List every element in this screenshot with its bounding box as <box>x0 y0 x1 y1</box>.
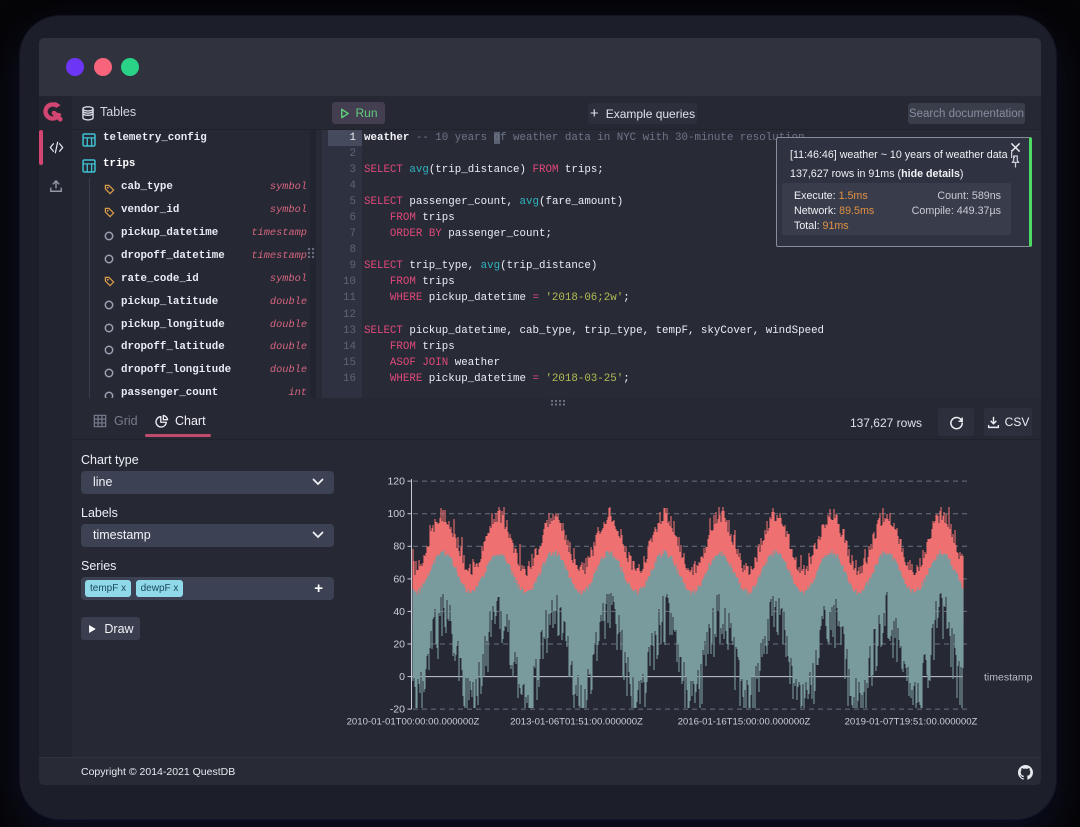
svg-text:20: 20 <box>393 638 405 650</box>
svg-text:2019-01-07T19:51:00.000000Z: 2019-01-07T19:51:00.000000Z <box>845 717 978 728</box>
svg-text:2013-01-06T01:51:00.000000Z: 2013-01-06T01:51:00.000000Z <box>510 717 643 728</box>
svg-text:60: 60 <box>393 573 405 585</box>
svg-text:80: 80 <box>393 541 405 553</box>
svg-text:2016-01-16T15:00:00.000000Z: 2016-01-16T15:00:00.000000Z <box>678 717 811 728</box>
svg-text:120: 120 <box>387 476 405 488</box>
svg-text:0: 0 <box>399 671 405 683</box>
svg-text:timestamp: timestamp <box>984 672 1033 684</box>
svg-text:-20: -20 <box>390 704 405 716</box>
svg-text:100: 100 <box>387 508 405 520</box>
svg-text:40: 40 <box>393 606 405 618</box>
svg-text:2010-01-01T00:00:00.000000Z: 2010-01-01T00:00:00.000000Z <box>347 717 480 728</box>
